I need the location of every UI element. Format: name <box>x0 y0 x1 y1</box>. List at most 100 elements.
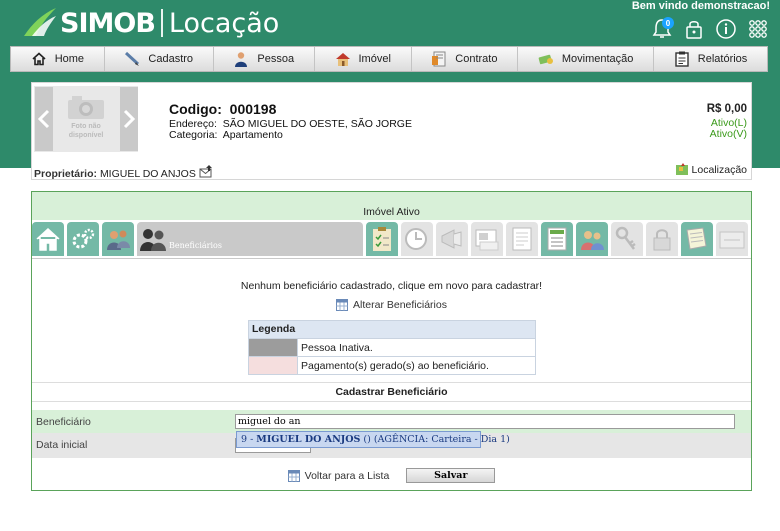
no-photo-placeholder: Foto não disponível <box>58 94 114 144</box>
report-icon <box>674 51 690 67</box>
notification-badge: 0 <box>662 17 674 29</box>
beneficiary-input[interactable] <box>235 414 735 429</box>
money-icon <box>538 51 554 67</box>
photo-prev-button[interactable] <box>35 87 53 151</box>
photos-icon <box>475 229 499 251</box>
category-label: Categoria: <box>169 129 218 141</box>
clipboard-icon <box>373 227 391 251</box>
owner-value[interactable]: MIGUEL DO ANJOS <box>100 168 196 180</box>
photo-next-button[interactable] <box>120 87 138 151</box>
top-icons: 0 <box>648 16 772 42</box>
nav-contrato[interactable]: Contrato <box>412 47 519 71</box>
nav-home-label: Home <box>54 53 85 65</box>
nav-movimentacao-label: Movimentação <box>561 53 634 65</box>
people-icon <box>107 230 130 250</box>
contacts-icon <box>581 231 604 250</box>
suggestion-rest: JOS <box>340 434 361 445</box>
document-icon <box>512 227 532 251</box>
tab-home[interactable] <box>32 222 64 256</box>
location-label: Localização <box>691 163 747 176</box>
form-actions: Voltar para a Lista Salvar <box>32 468 751 483</box>
info-button[interactable] <box>712 16 740 42</box>
megaphone-icon <box>441 229 462 249</box>
property-owner: Proprietário: MIGUEL DO ANJOS <box>34 165 213 180</box>
nav-contrato-label: Contrato <box>455 53 498 65</box>
tab-photos[interactable] <box>471 222 503 256</box>
property-summary: Foto não disponível Codigo: 000198 Ender… <box>31 82 752 180</box>
nav-relatorios[interactable]: Relatórios <box>654 47 767 71</box>
list-icon <box>547 227 567 251</box>
legend-swatch-payments <box>249 357 297 374</box>
legend-row: Pessoa Inativa. <box>249 338 535 356</box>
tab-strip <box>32 258 751 259</box>
tab-list[interactable] <box>541 222 573 256</box>
alter-beneficiaries-link[interactable]: Alterar Beneficiários <box>32 299 751 311</box>
category-value: Apartamento <box>222 129 283 141</box>
legend-label: Pagamento(s) gerado(s) ao beneficiário. <box>297 357 492 374</box>
suggestion-prefix: 9 - <box>241 434 257 445</box>
property-photo: Foto não disponível <box>34 86 138 152</box>
save-button[interactable]: Salvar <box>406 468 496 483</box>
tab-contacts[interactable] <box>576 222 608 256</box>
send-mail-icon[interactable] <box>199 165 213 178</box>
logo[interactable]: SIMOB Locação <box>22 4 279 42</box>
no-photo-text: Foto não disponível <box>68 123 104 139</box>
person-icon <box>233 51 249 67</box>
house-icon <box>335 51 351 67</box>
info-icon <box>716 19 736 39</box>
welcome-text: Bem vindo demonstracao! <box>631 0 770 12</box>
map-icon <box>675 163 688 175</box>
tab-beneficiarios[interactable]: Beneficiários <box>137 222 363 256</box>
nav-cadastro[interactable]: Cadastro <box>105 47 214 71</box>
note-icon <box>719 231 745 249</box>
tab-notes[interactable] <box>681 222 713 256</box>
location-link[interactable]: Localização <box>675 163 747 176</box>
tab-keys[interactable] <box>436 222 468 256</box>
panel-title: Imóvel Ativo <box>32 192 751 220</box>
logo-brand: SIMOB <box>60 7 156 39</box>
notes-icon <box>686 227 707 250</box>
tab-history[interactable] <box>401 222 433 256</box>
nav-movimentacao[interactable]: Movimentação <box>518 47 655 71</box>
code-value: 000198 <box>229 101 277 117</box>
nav-pessoa[interactable]: Pessoa <box>214 47 315 71</box>
tab-documents[interactable] <box>506 222 538 256</box>
nav-home[interactable]: Home <box>11 47 105 71</box>
grid-icon <box>749 20 767 38</box>
property-price: R$ 0,00 <box>706 103 747 115</box>
legend-table: Legenda Pessoa Inativa. Pagamento(s) ger… <box>248 320 536 375</box>
lock-button[interactable] <box>680 16 708 42</box>
autocomplete-suggestion[interactable]: 9 - MIGUEL DO ANJOS () (AGÊNCIA: Carteir… <box>236 431 510 448</box>
table-icon <box>287 469 300 482</box>
logo-separator <box>160 9 163 37</box>
back-to-list-link[interactable]: Voltar para a Lista <box>305 470 390 482</box>
tab-people[interactable] <box>102 222 134 256</box>
beneficiaries-panel: Imóvel Ativo Beneficiários Nenhum benefi… <box>31 191 752 491</box>
contract-icon <box>431 51 447 67</box>
table-icon <box>336 299 349 311</box>
legend-label: Pessoa Inativa. <box>297 339 376 356</box>
apps-button[interactable] <box>744 16 772 42</box>
notifications-button[interactable]: 0 <box>648 16 676 42</box>
start-date-label: Data inicial <box>36 439 88 451</box>
property-category: Categoria: Apartamento <box>169 129 283 141</box>
legend-title: Legenda <box>249 321 535 338</box>
tab-security[interactable] <box>646 222 678 256</box>
nav-pessoa-label: Pessoa <box>257 53 295 65</box>
chevron-right-icon <box>123 109 135 129</box>
home-icon <box>31 51 47 67</box>
tab-checklist[interactable] <box>366 222 398 256</box>
beneficiary-row: Beneficiário <box>32 410 751 433</box>
nav-imovel[interactable]: Imóvel <box>315 47 412 71</box>
tab-settings[interactable] <box>67 222 99 256</box>
tab-memo[interactable] <box>716 222 748 256</box>
tab-access-keys[interactable] <box>611 222 643 256</box>
home-icon <box>36 227 60 251</box>
nav-cadastro-label: Cadastro <box>148 53 194 65</box>
legend-swatch-inactive <box>249 339 297 356</box>
suggestion-suffix: () (AGÊNCIA: Carteira - Dia 1) <box>360 434 510 445</box>
chevron-left-icon <box>38 109 50 129</box>
property-code: Codigo: 000198 <box>169 101 276 117</box>
property-tabs: Beneficiários <box>32 221 751 259</box>
pencil-icon <box>124 51 140 67</box>
